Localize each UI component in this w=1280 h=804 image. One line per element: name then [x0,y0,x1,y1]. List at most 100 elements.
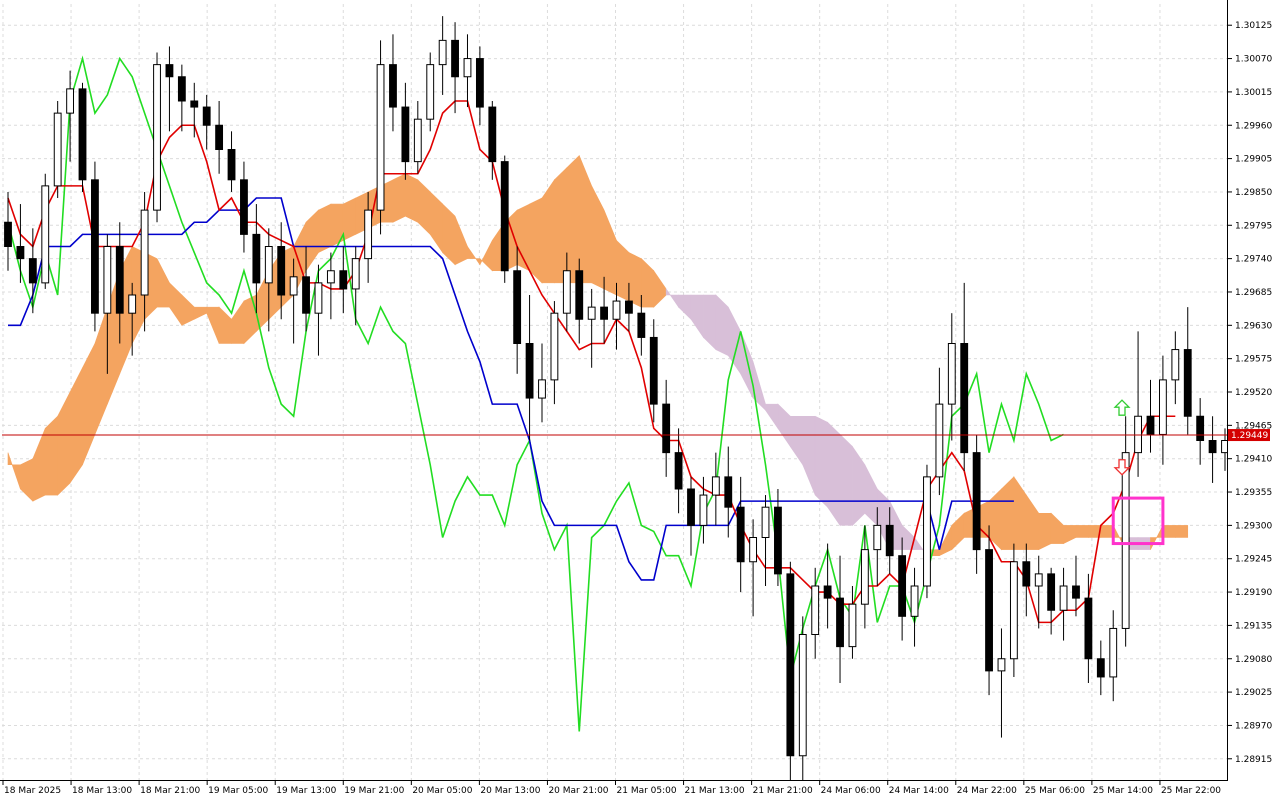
cloud-segment [32,428,46,502]
cloud-segment [752,361,766,411]
x-tick-label: 25 Mar 22:00 [1161,786,1221,796]
x-tick-label: 18 Mar 13:00 [72,786,132,796]
candle-body [699,494,708,526]
candle-body [500,161,509,272]
ichimoku-chart[interactable]: 1.30125 1.30070 1.30015 1.29960 1.29905 1.298… [0,0,1280,800]
candle-body [848,603,857,648]
y-tick-label: 1.29135 [1235,621,1272,631]
candle-body [960,343,969,454]
candle-body [227,149,236,181]
candle-body [314,282,323,314]
candle-body [488,106,497,163]
cloud-segment [454,216,468,266]
candle-body [277,246,286,296]
cloud-segment [243,294,257,345]
cloud-segment [429,191,443,254]
x-tick-label: 18 Mar 2025 [4,786,61,796]
x-tick-label: 20 Mar 13:00 [480,786,540,796]
cloud-segment [1026,494,1040,550]
cloud-segment [1001,476,1015,550]
candle-body [475,58,484,108]
cloud-segment [814,415,828,508]
y-tick-label: 1.29685 [1235,288,1272,298]
candle-body [972,452,981,551]
cloud-segment [94,307,108,435]
cloud-segment [1150,525,1164,550]
cloud-segment [479,240,493,272]
cloud-segment [616,239,630,302]
candle-body [426,64,435,120]
candle-body [947,343,956,405]
cloud-segment [20,458,34,502]
candle-body [575,270,584,320]
x-tick-label: 19 Mar 05:00 [208,786,268,796]
y-axis-panel [1228,0,1280,800]
x-tick-label: 19 Mar 21:00 [344,786,404,796]
candle-body [28,258,37,284]
x-tick-label: 20 Mar 05:00 [412,786,472,796]
cloud-segment [1063,525,1077,545]
candle-body [326,270,335,284]
chart-canvas[interactable]: 1.30125 1.30070 1.30015 1.29960 1.29905 1.298… [0,0,1280,800]
cloud-segment [181,294,195,326]
x-tick-label: 20 Mar 21:00 [548,786,608,796]
cloud-segment [218,306,232,344]
y-tick-label: 1.30125 [1235,21,1272,31]
candle-body [935,403,944,478]
candlesticks [4,16,1229,793]
candle-body [923,476,931,587]
candle-body [128,294,137,314]
candle-body [1072,585,1080,599]
cloud-segment [156,258,170,308]
cloud-segment [554,166,568,284]
candle-body [910,585,919,617]
candle-body [389,64,397,108]
candle-body [885,524,894,557]
candle-body [140,209,149,296]
candle-body [724,476,733,508]
candle-body [649,336,658,405]
cloud-segment [405,173,419,223]
y-tick-label: 1.29190 [1235,588,1272,598]
cloud-segment [442,203,456,266]
candle-body [16,246,25,260]
current-price-marker: 1.29449 [1228,429,1270,442]
x-tick-label: 18 Mar 21:00 [140,786,200,796]
candle-body [53,112,62,187]
candle-body [451,39,459,78]
cloud-segment [777,403,791,448]
candle-body [985,549,993,672]
candle-body [587,306,596,320]
cloud-segment [392,173,406,223]
x-tick-label: 21 Mar 13:00 [685,786,745,796]
candle-body [1047,573,1056,611]
candle-body [339,270,348,290]
cloud-segment [57,391,71,496]
cloud-segment [1013,475,1027,550]
candle-body [1009,561,1018,660]
current-price-label: 1.29449 [1231,431,1268,441]
candle-body [78,88,87,181]
cloud-segment [193,306,207,320]
cloud-segment [417,179,431,236]
candle-body [836,597,844,648]
cloud-segment [1175,525,1189,538]
cloud-segment [653,269,667,308]
cloud-segment [864,464,878,527]
cloud-segment [529,197,543,284]
candle-body [264,246,273,284]
candle-body [438,39,447,66]
candle-body [1022,561,1031,587]
candle-body [4,221,12,247]
y-tick-label: 1.29795 [1235,221,1272,231]
candle-body [637,312,646,338]
y-tick-label: 1.29080 [1235,655,1272,665]
cloud-segment [628,252,642,308]
candle-body [513,270,522,344]
arrow-up-icon [1113,399,1131,416]
x-tick-label: 21 Mar 05:00 [617,786,677,796]
candle-body [153,64,161,211]
cloud-segment [790,415,804,466]
candle-body [1196,415,1205,441]
y-tick-label: 1.29355 [1235,488,1272,498]
